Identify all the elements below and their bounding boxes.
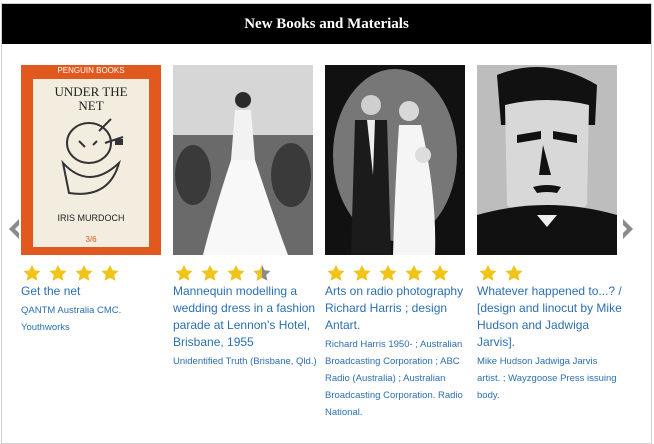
star-rating — [477, 264, 623, 281]
photo-cover-image[interactable] — [325, 65, 465, 255]
book-cover-image[interactable]: PENGUIN BOOKS UNDER THE NET IRIS MURDOCH… — [21, 65, 161, 255]
cover-author: IRIS MURDOCH — [57, 213, 125, 223]
linocut-cover-image[interactable] — [477, 65, 617, 255]
carousel-item[interactable]: Arts on radio photography Richard Harris… — [325, 65, 471, 421]
star-icon — [377, 264, 399, 281]
star-icon — [199, 264, 221, 281]
photo-cover-image[interactable] — [173, 65, 313, 255]
item-title-link[interactable]: Get the net — [21, 283, 167, 300]
star-rating — [21, 264, 167, 281]
star-rating — [325, 264, 471, 281]
star-icon — [351, 264, 373, 281]
star-icon — [225, 264, 247, 281]
item-title-link[interactable]: Mannequin modelling a wedding dress in a… — [173, 283, 319, 351]
star-rating — [173, 264, 319, 281]
cover-publisher: PENGUIN BOOKS — [57, 66, 125, 75]
carousel-item[interactable]: PENGUIN BOOKS UNDER THE NET IRIS MURDOCH… — [21, 65, 167, 336]
star-icon — [477, 264, 499, 281]
item-title-link[interactable]: Arts on radio photography Richard Harris… — [325, 283, 471, 334]
chevron-right-icon[interactable] — [621, 217, 635, 241]
item-author: Richard Harris 1950- ; Australian Broadc… — [325, 339, 463, 418]
star-icon — [47, 264, 69, 281]
star-icon — [325, 264, 347, 281]
star-icon — [73, 264, 95, 281]
widget-header: New Books and Materials — [2, 4, 651, 44]
carousel-item[interactable]: Mannequin modelling a wedding dress in a… — [173, 65, 319, 370]
carousel-item[interactable]: Whatever happened to...? / [design and l… — [477, 65, 623, 404]
item-author: Unidentified Truth (Brisbane, Qld.) — [173, 356, 317, 367]
item-title-link[interactable]: Whatever happened to...? / [design and l… — [477, 283, 623, 351]
cover-illustration — [61, 118, 124, 195]
star-icon — [403, 264, 425, 281]
star-icon — [429, 264, 451, 281]
star-icon — [503, 264, 525, 281]
new-books-widget: New Books and Materials PENGUIN BOOKS UN… — [1, 3, 652, 444]
cover-price: 3/6 — [85, 235, 97, 244]
item-author: QANTM Australia CMC. Youthworks — [21, 305, 122, 333]
cover-title: UNDER THE NET — [54, 84, 128, 113]
item-author: Mike Hudson Jadwiga Jarvis artist. ; Way… — [477, 356, 617, 401]
star-icon — [21, 264, 43, 281]
star-icon — [173, 264, 195, 281]
star-half-icon — [251, 264, 273, 281]
star-icon — [99, 264, 121, 281]
chevron-left-icon[interactable] — [7, 217, 21, 241]
